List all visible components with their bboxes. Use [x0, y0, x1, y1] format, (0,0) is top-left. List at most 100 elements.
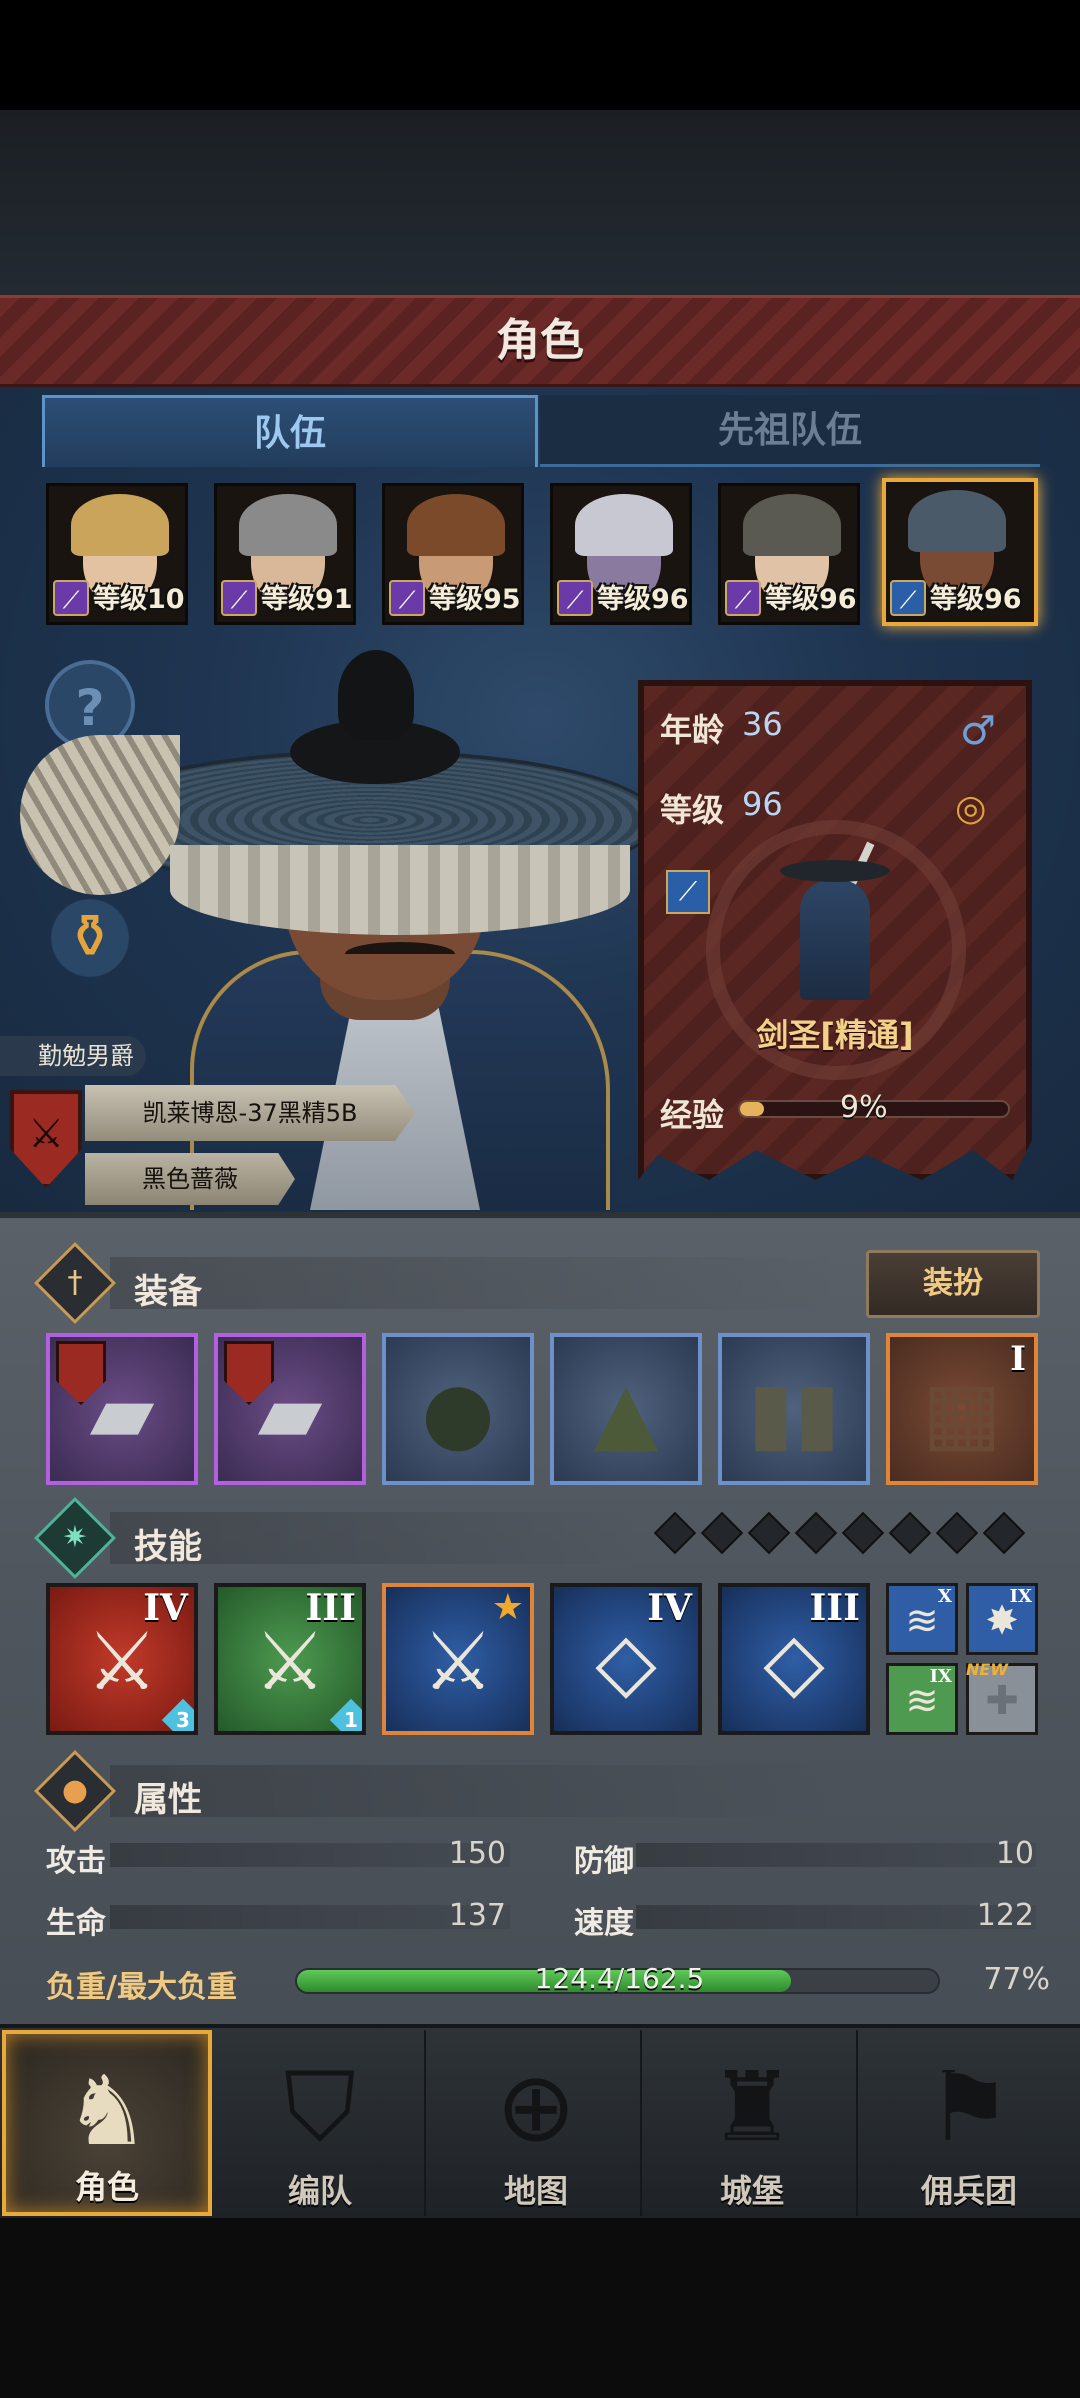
dress-up-button[interactable]: 装扮 [866, 1250, 1040, 1318]
roster-portrait-4[interactable]: ⟋ 等级96 [550, 483, 692, 625]
roster-portrait-5[interactable]: ⟋ 等级96 [718, 483, 860, 625]
new-badge: NEW [966, 1660, 1008, 1679]
gem-icon: 3 [161, 1698, 194, 1732]
roster-portrait-1[interactable]: ⟋ 等级107 [46, 483, 188, 625]
compass-map-icon: ⊕ [495, 2051, 577, 2163]
portrait-hair [575, 494, 673, 556]
equip-slot-5[interactable]: ▮▮ [718, 1333, 870, 1485]
staff-icon: ⟋ [389, 580, 425, 616]
portrait-hair [239, 494, 337, 556]
staff-icon: ⟋ [53, 580, 89, 616]
character-hat-feathers [20, 735, 180, 895]
nav-label: 角色 [74, 2168, 139, 2206]
skill-tier: IX [1009, 1586, 1032, 1607]
equip-slot-1[interactable]: ▰ [46, 1333, 198, 1485]
equip-slot-2[interactable]: ▰ [214, 1333, 366, 1485]
nav-formation[interactable]: ⛉ 编队 [216, 2030, 426, 2216]
star-icon: ★ [491, 1587, 524, 1628]
status-bar-area [0, 0, 1080, 110]
load-percent: 77% [983, 1962, 1050, 1997]
speed-value: 122 [976, 1898, 1034, 1933]
gem-icon: 1 [329, 1698, 362, 1732]
page-title: 角色 [496, 315, 584, 366]
hp-label: 生命 [46, 1906, 106, 1941]
defense-label: 防御 [574, 1844, 634, 1879]
sword-icon: ⟋ [890, 580, 926, 616]
nav-label: 编队 [287, 2172, 352, 2210]
nav-label: 城堡 [719, 2172, 784, 2210]
nav-label: 佣兵团 [920, 2172, 1017, 2210]
skill-tier: X [938, 1586, 952, 1607]
ring-icon[interactable]: ◎ [955, 788, 986, 829]
load-value: 124.4/162.5 [534, 1962, 705, 1995]
portrait-level: 等级96 [597, 584, 689, 615]
roster-portrait-3[interactable]: ⟋ 等级95 [382, 483, 524, 625]
nav-map[interactable]: ⊕ 地图 [432, 2030, 642, 2216]
class-name: 剑圣[精通] [756, 1016, 914, 1054]
male-icon: ♂ [960, 708, 996, 754]
equipment-header-stripe [110, 1257, 850, 1309]
portrait-level: 等级96 [765, 584, 857, 615]
helmet-icon: ⛉ [284, 2051, 356, 2163]
nav-character[interactable]: ♞ 角色 [2, 2030, 212, 2216]
skill-slot-3[interactable]: ⚔ ★ [382, 1583, 534, 1735]
skill-tier: IX [929, 1666, 952, 1687]
exp-percent: 9% [840, 1090, 888, 1125]
speed-label: 速度 [574, 1906, 634, 1941]
passive-skill-3[interactable]: ≋ IX [886, 1663, 958, 1735]
skill-slot-5[interactable]: ◇ III [718, 1583, 870, 1735]
title-badge: 勤勉男爵 [0, 1036, 146, 1076]
castle-icon: ♜ [708, 2051, 796, 2163]
skill-slot-4[interactable]: ◇ IV [550, 1583, 702, 1735]
attack-value: 150 [448, 1836, 506, 1871]
nav-castle[interactable]: ♜ 城堡 [648, 2030, 858, 2216]
equip-slot-6[interactable]: ▦ I [886, 1333, 1038, 1485]
hood-icon: ● [421, 1363, 495, 1461]
skill-slot-1[interactable]: ⚔ IV 3 [46, 1583, 198, 1735]
boots-icon: ▮▮ [747, 1363, 841, 1461]
mercenary-icon: ⚑ [925, 2051, 1013, 2163]
skill-slot-2[interactable]: ⚔ III 1 [214, 1583, 366, 1735]
portrait-level: 等级91 [261, 584, 353, 615]
sword-class-icon: ⟋ [666, 870, 710, 914]
nav-mercenary[interactable]: ⚑ 佣兵团 [864, 2030, 1074, 2216]
load-label: 负重/最大负重 [46, 1970, 237, 2005]
tab-team[interactable]: 队伍 [42, 395, 538, 467]
passive-skill-1[interactable]: ≋ X [886, 1583, 958, 1655]
character-mini-figure [780, 840, 890, 1010]
staff-icon: ⟋ [725, 580, 761, 616]
equip-slot-4[interactable]: ▲ [550, 1333, 702, 1485]
knight-icon: ♞ [63, 2055, 151, 2167]
guild-name[interactable]: 黑色蔷薇 [85, 1153, 295, 1205]
staff-icon: ⟋ [557, 580, 593, 616]
skills-title: 技能 [134, 1527, 202, 1567]
character-hair-knot [338, 650, 414, 740]
character-hat-fringe [170, 845, 630, 935]
gem-count: 3 [176, 1708, 190, 1732]
passive-skill-2[interactable]: ✸ IX [966, 1583, 1038, 1655]
character-name[interactable]: 凯莱博恩-37黑精5B [85, 1085, 415, 1141]
age-value: 36 [742, 705, 783, 743]
age-label: 年龄 [660, 711, 725, 749]
hp-value: 137 [448, 1898, 506, 1933]
exp-label: 经验 [660, 1096, 725, 1134]
tab-ancestor-team[interactable]: 先祖队伍 [540, 395, 1040, 467]
roster-portrait-6-selected[interactable]: ⟋ 等级96 [882, 478, 1038, 626]
top-background [0, 110, 1080, 295]
mini-body [800, 880, 870, 1000]
roster-portrait-2[interactable]: ⟋ 等级91 [214, 483, 356, 625]
skill-tier: IV [647, 1587, 692, 1629]
attack-label: 攻击 [46, 1844, 106, 1879]
portrait-level: 等级107 [93, 584, 185, 615]
mini-hat [780, 860, 890, 882]
equip-slot-3[interactable]: ● [382, 1333, 534, 1485]
defense-value: 10 [995, 1836, 1034, 1871]
portrait-level: 等级95 [429, 584, 521, 615]
level-label: 等级 [660, 791, 725, 829]
portrait-level: 等级96 [930, 584, 1022, 615]
attributes-header-stripe [110, 1765, 850, 1817]
portrait-hair [407, 494, 505, 556]
equipment-title: 装备 [134, 1272, 202, 1312]
level-value: 96 [742, 785, 783, 823]
gem-count: 1 [344, 1708, 358, 1732]
